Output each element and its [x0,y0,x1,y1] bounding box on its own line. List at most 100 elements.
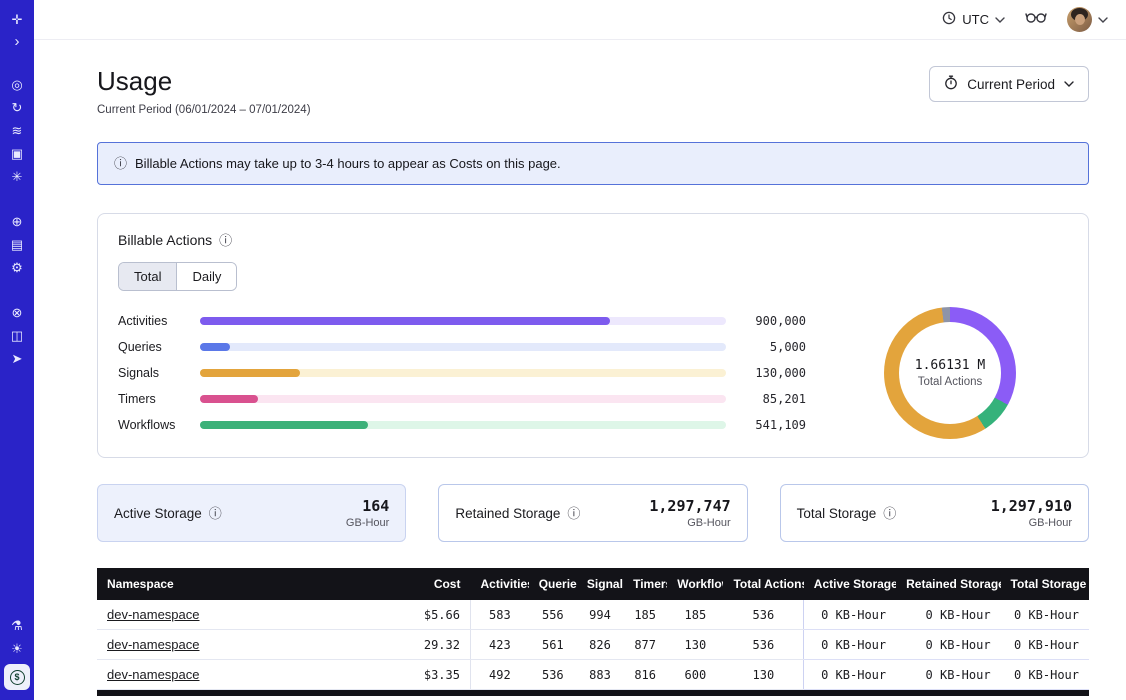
cell-timers: 877 [623,630,667,660]
regions-icon[interactable]: ⊕ [4,210,30,233]
tab-daily[interactable]: Daily [177,263,236,290]
cell-total-actions: 130 [723,660,803,690]
retained-storage-card: Retained Storage ⓘ 1,297,747 GB-Hour [438,484,747,542]
glasses-icon[interactable] [1025,10,1047,29]
table-row: dev-namespace $5.66 583 556 994 185 185 … [97,600,1089,630]
storage-summary-row: Active Storage ⓘ 164 GB-Hour Retained St… [97,484,1089,542]
docs-icon[interactable]: ◫ [4,324,30,347]
task-queues-icon[interactable]: ≋ [4,119,30,142]
col-timers: Timers [623,568,667,600]
labs-flask-icon[interactable]: ⚗ [4,614,30,637]
bar-value: 130,000 [726,366,806,380]
cell-activities: 583 [470,600,528,630]
chevron-down-icon [1098,17,1108,23]
donut-ring: 1.66131 M Total Actions [884,307,1016,439]
table-row: dev-namespace $3.35 492 536 883 816 600 … [97,660,1089,690]
active-storage-value: 164 [346,497,389,515]
cell-total-storage: 0 KB-Hour [1001,630,1089,660]
namespace-link[interactable]: dev-namespace [107,637,200,652]
temporal-logo-icon[interactable]: ✛ [4,8,30,31]
sidebar: ✛ › ◎ ↻ ≋ ▣ ✳ ⊕ ▤ ⚙ ⊗ ◫ ➤ ⚗ ☀ $ [0,0,34,700]
schedules-icon[interactable]: ↻ [4,96,30,119]
support-icon[interactable]: ➤ [4,347,30,370]
clock-icon [942,11,956,28]
sidebar-group-nav: ◎ ↻ ≋ ▣ ✳ [4,73,30,188]
billable-actions-tabs: Total Daily [118,262,237,291]
table-header-row: Namespace Cost Activities Queries Signal… [97,568,1089,600]
info-icon[interactable]: ⓘ [219,234,232,247]
donut-chart-block: 1.66131 M Total Actions [832,307,1068,439]
cell-active-storage: 0 KB-Hour [804,630,896,660]
billable-actions-title-row: Billable Actions ⓘ [118,232,1068,248]
batch-operations-icon[interactable]: ✳ [4,165,30,188]
bar-value: 5,000 [726,340,806,354]
period-button-label: Current Period [967,77,1055,92]
next-table-header-partial [97,690,1089,696]
col-queries: Queries [529,568,577,600]
sidebar-group-misc: ⊗ ◫ ➤ [4,301,30,370]
namespace-link[interactable]: dev-namespace [107,667,200,682]
cell-cost: $3.35 [398,660,470,690]
bar-label: Timers [118,392,200,406]
namespace-usage-table: Namespace Cost Activities Queries Signal… [97,568,1089,690]
billable-actions-card: Billable Actions ⓘ Total Daily Activitie… [97,213,1089,458]
topbar: UTC [34,0,1126,40]
theme-sun-icon[interactable]: ☀ [4,637,30,660]
total-storage-label: Total Storage [797,506,877,521]
stopwatch-icon [944,75,958,93]
namespace-link[interactable]: dev-namespace [107,607,200,622]
cell-timers: 816 [623,660,667,690]
sidebar-collapse-chevron-icon[interactable]: › [4,31,30,51]
info-icon[interactable]: ⓘ [883,507,896,520]
page-header: Usage Current Period (06/01/2024 – 07/01… [97,66,1089,116]
deployments-icon[interactable]: ▣ [4,142,30,165]
col-namespace: Namespace [97,568,398,600]
cell-signals: 826 [577,630,623,660]
info-icon[interactable]: ⓘ [209,507,222,520]
bar-row-queries: Queries 5,000 [118,334,806,360]
donut-center: 1.66131 M Total Actions [899,322,1001,424]
cell-retained-storage: 0 KB-Hour [896,660,1000,690]
cell-workflows: 130 [667,630,723,660]
user-menu[interactable] [1067,7,1108,32]
workflows-icon[interactable]: ◎ [4,73,30,96]
tab-total[interactable]: Total [119,263,177,290]
retained-storage-unit: GB-Hour [649,517,730,529]
cell-total-storage: 0 KB-Hour [1001,660,1089,690]
col-cost: Cost [398,568,470,600]
bar-label: Signals [118,366,200,380]
cell-timers: 185 [623,600,667,630]
table-row: dev-namespace 29.32 423 561 826 877 130 … [97,630,1089,660]
cell-total-actions: 536 [723,600,803,630]
page-title: Usage [97,66,311,97]
bar-row-timers: Timers 85,201 [118,386,806,412]
user-avatar [1067,7,1092,32]
bar-row-signals: Signals 130,000 [118,360,806,386]
chevron-down-icon [1064,81,1074,87]
period-selector-button[interactable]: Current Period [929,66,1089,102]
active-storage-card: Active Storage ⓘ 164 GB-Hour [97,484,406,542]
cell-retained-storage: 0 KB-Hour [896,630,1000,660]
timezone-selector[interactable]: UTC [942,11,1005,28]
info-icon[interactable]: ⓘ [567,507,580,520]
cell-cost: $5.66 [398,600,470,630]
total-storage-value: 1,297,910 [991,497,1072,515]
info-banner: ⓘ Billable Actions may take up to 3-4 ho… [97,142,1089,185]
bar-value: 900,000 [726,314,806,328]
bar-row-workflows: Workflows 541,109 [118,412,806,438]
settings-gear-icon[interactable]: ⚙ [4,256,30,279]
cell-active-storage: 0 KB-Hour [804,660,896,690]
active-storage-unit: GB-Hour [346,517,389,529]
cell-retained-storage: 0 KB-Hour [896,600,1000,630]
sidebar-group-admin: ⊕ ▤ ⚙ [4,210,30,279]
sidebar-group-top: ✛ › [4,8,30,51]
limits-icon[interactable]: ⊗ [4,301,30,324]
col-retained-storage: Retained Storage [896,568,1000,600]
col-workflows: Workflows [667,568,723,600]
usage-billing-nav-active[interactable]: $ [4,664,30,690]
cell-activities: 492 [470,660,528,690]
namespaces-icon[interactable]: ▤ [4,233,30,256]
bar-chart: Activities 900,000 Queries 5,000 Signals… [118,308,832,438]
bar-value: 541,109 [726,418,806,432]
col-activities: Activities [470,568,528,600]
